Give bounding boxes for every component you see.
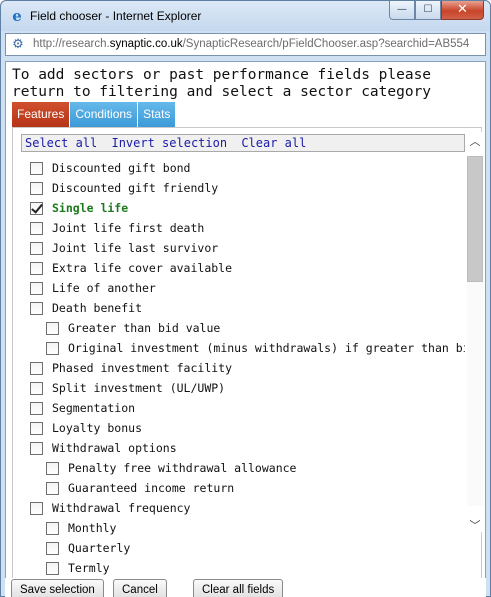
field-item[interactable]: Split investment (UL/UWP) (30, 378, 225, 398)
field-item[interactable]: Single life (30, 198, 128, 218)
field-label: Single life (52, 201, 129, 215)
field-item[interactable]: Greater than bid value (46, 318, 220, 338)
url-host: synaptic.co.uk (109, 38, 183, 50)
tab-features[interactable]: Features (12, 102, 71, 127)
field-item[interactable]: Monthly (46, 518, 116, 538)
field-label: Segmentation (52, 401, 136, 415)
field-item[interactable]: Loyalty bonus (30, 418, 142, 438)
scrollbar-thumb[interactable] (467, 156, 483, 282)
field-label: Original investment (minus withdrawals) … (68, 341, 465, 355)
field-label: Extra life cover available (52, 261, 233, 275)
chevron-up-icon[interactable]: ︿ (468, 134, 482, 150)
clear-all-fields-button[interactable]: Clear all fields (193, 579, 284, 597)
button-bar: Save selection Cancel Clear all fields (5, 578, 486, 597)
field-checkbox[interactable] (46, 521, 59, 535)
scrollbar-track[interactable] (467, 156, 483, 506)
select-all-link[interactable]: Select all (25, 136, 97, 150)
address-url[interactable]: http://research.synaptic.co.uk/SynapticR… (33, 38, 485, 50)
selection-toolbar: Select all Invert selection Clear all (21, 134, 465, 152)
save-selection-button[interactable]: Save selection (11, 579, 104, 597)
field-checkbox[interactable] (30, 281, 43, 295)
field-item[interactable]: Phased investment facility (30, 358, 232, 378)
field-checkbox[interactable] (30, 441, 43, 455)
field-panel: Select all Invert selection Clear all Di… (12, 127, 482, 597)
clear-all-link[interactable]: Clear all (241, 136, 306, 150)
url-path: /SynapticResearch/pFieldChooser.asp?sear… (182, 38, 470, 50)
field-checkbox[interactable] (46, 341, 59, 355)
field-item[interactable]: Death benefit (30, 298, 142, 318)
field-checkbox[interactable] (46, 321, 59, 335)
url-prefix: http://research. (33, 38, 110, 50)
field-checkbox[interactable] (46, 561, 59, 575)
field-item[interactable]: Extra life cover available (30, 258, 232, 278)
field-checkbox[interactable] (30, 181, 43, 195)
field-label: Phased investment facility (52, 361, 233, 375)
field-checkbox[interactable] (46, 461, 59, 475)
browser-window: e Field chooser - Internet Explorer — ☐ … (0, 0, 491, 597)
field-checkbox[interactable] (30, 401, 43, 415)
field-label: Life of another (52, 281, 156, 295)
field-label: Termly (68, 561, 110, 575)
ie-logo-icon: e (12, 7, 22, 25)
field-label: Loyalty bonus (52, 421, 143, 435)
scrollbar[interactable]: ︿ ﹀ (466, 132, 484, 532)
field-checkbox[interactable] (46, 541, 59, 555)
field-item[interactable]: Quarterly (46, 538, 130, 558)
tab-strip: Features Conditions Stats (12, 102, 177, 127)
field-item[interactable]: Withdrawal frequency (30, 498, 190, 518)
instructions-text: To add sectors or past performance field… (12, 67, 432, 100)
field-item[interactable]: Guaranteed income return (46, 478, 234, 498)
field-label: Quarterly (68, 541, 131, 555)
field-label: Split investment (UL/UWP) (52, 381, 226, 395)
field-label: Greater than bid value (68, 321, 221, 335)
field-label: Discounted gift friendly (52, 181, 219, 195)
maximize-button[interactable]: ☐ (415, 1, 441, 20)
field-checkbox[interactable] (46, 481, 59, 495)
window-controls: — ☐ ✕ (389, 1, 484, 21)
chevron-down-icon[interactable]: ﹀ (468, 518, 482, 534)
field-checkbox[interactable] (30, 221, 43, 235)
address-bar[interactable]: ⚙ http://research.synaptic.co.uk/Synapti… (5, 33, 486, 56)
field-item[interactable]: Original investment (minus withdrawals) … (46, 338, 465, 358)
field-checkbox[interactable] (30, 421, 43, 435)
tab-stats[interactable]: Stats (138, 102, 177, 127)
field-item[interactable]: Joint life first death (30, 218, 204, 238)
field-item[interactable]: Withdrawal options (30, 438, 177, 458)
tab-conditions[interactable]: Conditions (70, 102, 139, 127)
field-checkbox[interactable] (30, 381, 43, 395)
field-item[interactable]: Segmentation (30, 398, 135, 418)
field-item[interactable]: Life of another (30, 278, 156, 298)
page-content: To add sectors or past performance field… (5, 61, 486, 597)
field-list: Discounted gift bond Discounted gift frie… (13, 158, 465, 597)
field-checkbox[interactable] (30, 501, 43, 515)
field-item[interactable]: Discounted gift friendly (30, 178, 218, 198)
field-checkbox[interactable] (30, 361, 43, 375)
field-checkbox[interactable] (30, 161, 43, 175)
window-title: Field chooser - Internet Explorer (30, 9, 202, 23)
field-label: Death benefit (52, 301, 143, 315)
field-label: Discounted gift bond (52, 161, 191, 175)
field-label: Withdrawal options (52, 441, 177, 455)
invert-selection-link[interactable]: Invert selection (111, 136, 227, 150)
field-label: Withdrawal frequency (52, 501, 191, 515)
field-checkbox[interactable] (30, 301, 43, 315)
minimize-button[interactable]: — (389, 1, 415, 20)
field-item[interactable]: Penalty free withdrawal allowance (46, 458, 296, 478)
cancel-button[interactable]: Cancel (113, 579, 167, 597)
field-label: Guaranteed income return (68, 481, 235, 495)
close-button[interactable]: ✕ (441, 1, 484, 20)
field-item[interactable]: Termly (46, 558, 110, 578)
field-checkbox[interactable] (30, 261, 43, 275)
field-item[interactable]: Joint life last survivor (30, 238, 218, 258)
page-icon: ⚙ (12, 37, 24, 52)
field-checkbox[interactable] (30, 201, 43, 215)
field-checkbox[interactable] (30, 241, 43, 255)
title-bar[interactable]: e Field chooser - Internet Explorer — ☐ … (1, 1, 490, 31)
field-label: Penalty free withdrawal allowance (68, 461, 297, 475)
field-label: Joint life last survivor (52, 241, 219, 255)
field-label: Joint life first death (52, 221, 205, 235)
field-item[interactable]: Discounted gift bond (30, 158, 190, 178)
field-label: Monthly (68, 521, 117, 535)
